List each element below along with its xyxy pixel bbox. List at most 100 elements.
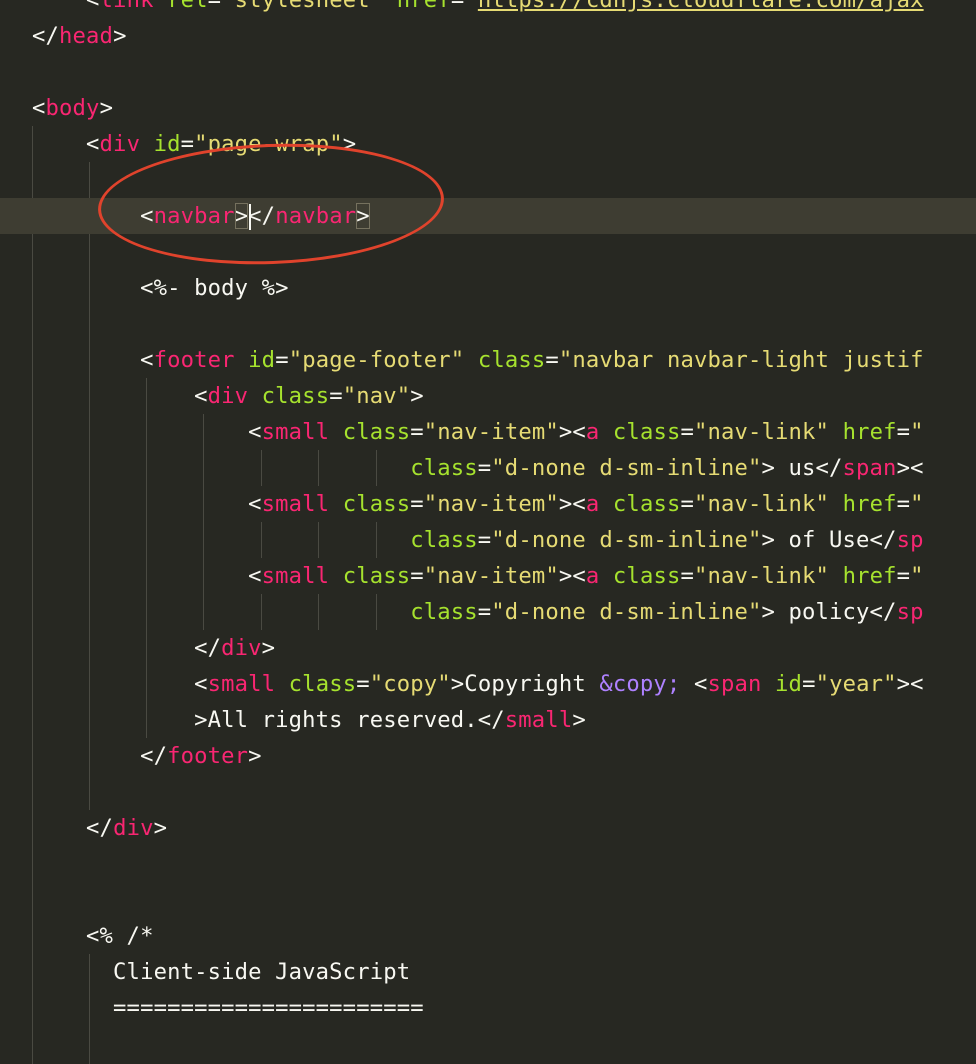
code-line[interactable]: >All rights reserved.</small> bbox=[0, 702, 976, 738]
code-token: ======================= bbox=[32, 995, 424, 1021]
code-token: = bbox=[680, 419, 694, 445]
code-token: id bbox=[248, 347, 276, 373]
code-token: >< bbox=[558, 491, 586, 517]
code-token: </ bbox=[32, 743, 168, 769]
code-line[interactable]: ======================= bbox=[0, 990, 976, 1026]
code-line[interactable]: <footer id="page-footer" class="navbar n… bbox=[0, 342, 976, 378]
code-token: small bbox=[504, 707, 573, 733]
code-token: = bbox=[896, 563, 911, 589]
code-token: "d-none d-sm-inline" bbox=[491, 455, 762, 481]
code-token: "nav" bbox=[342, 383, 411, 409]
code-token: Client-side JavaScript bbox=[32, 959, 411, 985]
code-token: = bbox=[896, 419, 911, 445]
code-token: " bbox=[910, 419, 924, 445]
code-token: class bbox=[342, 563, 411, 589]
code-token: < bbox=[32, 419, 262, 445]
code-token: class bbox=[612, 419, 681, 445]
code-token: < bbox=[32, 95, 46, 121]
code-line[interactable]: <small class="nav-item"><a class="nav-li… bbox=[0, 558, 976, 594]
code-token: href bbox=[842, 419, 897, 445]
code-token: < bbox=[32, 347, 154, 373]
code-line[interactable]: </head> bbox=[0, 18, 976, 54]
code-editor[interactable]: <link rel="stylesheet" href="https://cdn… bbox=[0, 0, 976, 1064]
code-token: >< bbox=[558, 563, 586, 589]
code-token: < bbox=[32, 671, 208, 697]
code-token: = bbox=[410, 419, 424, 445]
code-line[interactable]: </footer> bbox=[0, 738, 976, 774]
code-token: = bbox=[680, 563, 694, 589]
code-token: >< bbox=[896, 671, 924, 697]
code-token: small bbox=[261, 491, 330, 517]
code-token: > of Use</ bbox=[761, 527, 897, 553]
code-token: &copy; bbox=[599, 671, 681, 697]
code-line[interactable]: <% /* bbox=[0, 918, 976, 954]
code-token: class bbox=[342, 419, 411, 445]
code-token: "nav-item" bbox=[423, 419, 559, 445]
code-line[interactable]: <body> bbox=[0, 90, 976, 126]
code-token: class bbox=[410, 599, 478, 625]
code-line[interactable]: <div id="page-wrap"> bbox=[0, 126, 976, 162]
code-token: "page-footer" bbox=[288, 347, 465, 373]
code-token: "navbar navbar-light justif bbox=[558, 347, 924, 373]
code-token: = bbox=[680, 491, 694, 517]
code-token: span bbox=[707, 671, 762, 697]
code-token: "d-none d-sm-inline" bbox=[491, 599, 762, 625]
code-token: "nav-link" bbox=[693, 491, 830, 517]
code-token: a bbox=[585, 491, 600, 517]
code-token: >< bbox=[896, 455, 924, 481]
code-line[interactable]: <small class="copy">Copyright &copy; <sp… bbox=[0, 666, 976, 702]
code-line[interactable]: Client-side JavaScript bbox=[0, 954, 976, 990]
code-token: "stylesheet" bbox=[221, 0, 384, 13]
code-line[interactable]: <%- body %> bbox=[0, 270, 976, 306]
code-token: = bbox=[477, 599, 492, 625]
code-token: " bbox=[464, 0, 478, 13]
code-token: " bbox=[910, 491, 924, 517]
code-token: class bbox=[410, 527, 478, 553]
code-token: div bbox=[99, 131, 141, 157]
code-token: </ bbox=[32, 815, 114, 841]
code-line[interactable]: class="d-none d-sm-inline"> us</span>< bbox=[0, 450, 976, 486]
code-token: class bbox=[261, 383, 330, 409]
code-token: footer bbox=[153, 347, 235, 373]
code-line[interactable]: <link rel="stylesheet" href="https://cdn… bbox=[0, 0, 976, 18]
code-line[interactable]: </div> bbox=[0, 810, 976, 846]
code-token: class bbox=[410, 455, 478, 481]
code-line[interactable]: <small class="nav-item"><a class="nav-li… bbox=[0, 486, 976, 522]
code-token: id bbox=[153, 131, 181, 157]
code-token: </ bbox=[32, 635, 222, 661]
code-token: div bbox=[113, 815, 154, 841]
code-line[interactable]: </div> bbox=[0, 630, 976, 666]
code-line[interactable]: <div class="nav"> bbox=[0, 378, 976, 414]
code-token: sp bbox=[896, 527, 924, 553]
code-line[interactable]: class="d-none d-sm-inline"> of Use</sp bbox=[0, 522, 976, 558]
code-token: = bbox=[477, 455, 492, 481]
code-token: "nav-item" bbox=[423, 563, 559, 589]
code-token: sp bbox=[896, 599, 924, 625]
code-token: < bbox=[32, 0, 100, 13]
code-token: class bbox=[477, 347, 546, 373]
code-token: > bbox=[572, 707, 586, 733]
code-line[interactable]: class="d-none d-sm-inline"> policy</sp bbox=[0, 594, 976, 630]
code-line[interactable]: <small class="nav-item"><a class="nav-li… bbox=[0, 414, 976, 450]
code-token: > policy</ bbox=[761, 599, 897, 625]
code-token: "nav-item" bbox=[423, 491, 559, 517]
code-token: = bbox=[477, 527, 492, 553]
code-token: = bbox=[275, 347, 289, 373]
code-token: </ bbox=[32, 23, 60, 49]
code-token: link bbox=[99, 0, 154, 13]
code-token: " bbox=[910, 563, 924, 589]
code-token: body bbox=[45, 95, 100, 121]
code-token: < bbox=[32, 383, 208, 409]
